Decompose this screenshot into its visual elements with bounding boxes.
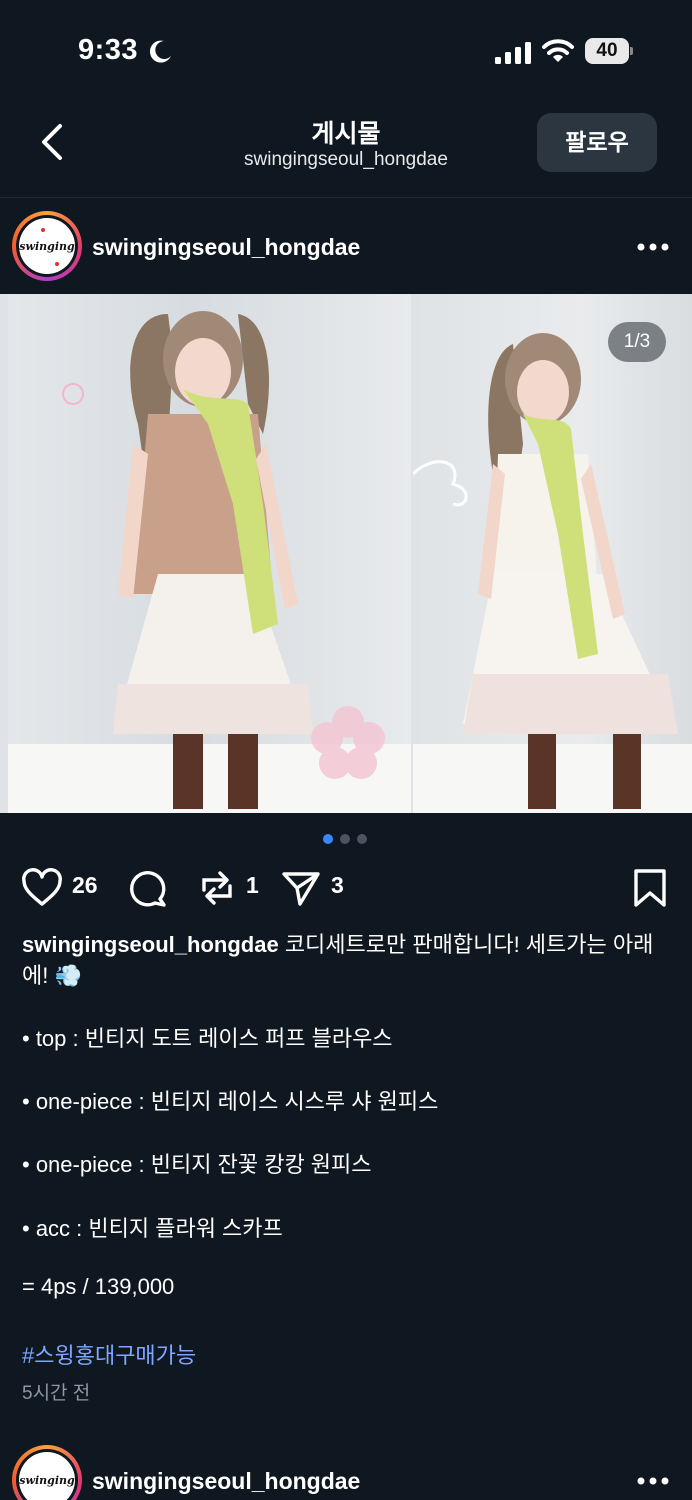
- heart-icon[interactable]: [21, 868, 63, 908]
- like-count[interactable]: 26: [72, 872, 98, 899]
- moon-icon: [149, 40, 171, 63]
- bookmark-icon[interactable]: [630, 868, 672, 908]
- next-post-header: swinging swingingseoul_hongdae: [0, 1432, 692, 1500]
- battery-level: 40: [585, 38, 629, 64]
- avatar[interactable]: swinging: [12, 211, 82, 281]
- carousel-page-indicator: 1/3: [608, 322, 666, 362]
- caption-line-top: • top : 빈티지 도트 레이스 퍼프 블라우스: [22, 1026, 393, 1051]
- wifi-icon: [542, 39, 574, 62]
- carousel-dot-2: [340, 834, 350, 844]
- avatar-logo-text: swinging: [19, 239, 75, 253]
- post-timestamp: 5시간 전: [22, 1383, 91, 1404]
- caption-line-one-piece-2: • one-piece : 빈티지 잔꽃 캉캉 원피스: [22, 1152, 372, 1177]
- next-post-username[interactable]: swingingseoul_hongdae: [92, 1468, 360, 1495]
- post-action-bar: 26 1 3: [0, 860, 692, 916]
- comment-icon[interactable]: [126, 868, 168, 908]
- post-header: swinging swingingseoul_hongdae: [0, 200, 692, 292]
- next-avatar-logo-text: swinging: [19, 1473, 75, 1487]
- outfit-photo-right: [413, 294, 692, 813]
- repost-count[interactable]: 1: [246, 872, 259, 899]
- share-send-icon[interactable]: [280, 868, 322, 908]
- carousel-dot-3: [357, 834, 367, 844]
- next-post-avatar[interactable]: swinging: [12, 1445, 82, 1500]
- post-image-carousel[interactable]: [0, 294, 692, 813]
- post-caption: swingingseoul_hongdae 코디세트로만 판매합니다! 세트가는…: [22, 929, 672, 991]
- battery-icon: 40: [585, 38, 633, 64]
- hashtag-link[interactable]: #스윙홍대구매가능: [22, 1338, 196, 1370]
- follow-button[interactable]: 팔로우: [537, 113, 657, 172]
- more-options-icon[interactable]: [636, 242, 670, 252]
- post-username[interactable]: swingingseoul_hongdae: [92, 234, 360, 261]
- share-count[interactable]: 3: [331, 872, 344, 899]
- carousel-dot-1: [323, 834, 333, 844]
- next-post-more-icon[interactable]: [636, 1476, 670, 1486]
- caption-username[interactable]: swingingseoul_hongdae: [22, 932, 279, 957]
- outfit-photo-left: [8, 294, 411, 813]
- caption-line-price: = 4ps / 139,000: [22, 1274, 175, 1299]
- carousel-dots: [323, 834, 373, 844]
- caption-line-acc: • acc : 빈티지 플라워 스카프: [22, 1216, 283, 1241]
- status-time: 9:33: [78, 34, 139, 66]
- status-bar: 9:33 40: [0, 0, 692, 100]
- caption-line-one-piece-1: • one-piece : 빈티지 레이스 시스루 샤 원피스: [22, 1089, 439, 1114]
- cellular-signal-icon: [495, 42, 531, 64]
- repost-icon[interactable]: [196, 868, 238, 908]
- top-navigation-bar: 게시물 swingingseoul_hongdae 팔로우: [0, 100, 692, 198]
